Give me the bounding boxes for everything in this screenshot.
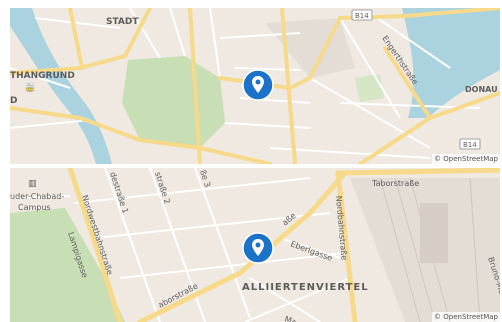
location-pin-top[interactable] xyxy=(242,69,274,101)
label-d: D xyxy=(10,96,17,106)
route-shield-b14-bottom: B14 xyxy=(459,138,481,150)
road-taborstrasse-east xyxy=(337,168,500,176)
label-hangrund: THANGRUND xyxy=(10,71,75,81)
map-panel-top[interactable]: STADT THANGRUND D 🚋 B14 B14 Engerthstraß… xyxy=(10,8,500,164)
label-stadt: STADT xyxy=(106,17,139,27)
route-b14-bottom-label: B14 xyxy=(463,141,477,149)
map-attribution-top[interactable]: © OpenStreetMap xyxy=(432,154,500,164)
route-shield-b14-top: B14 xyxy=(351,9,373,21)
tram-icon: 🚋 xyxy=(25,82,35,92)
campus-icon: ▥ xyxy=(28,179,37,189)
label-campus-1: uder-Chabad- xyxy=(10,192,64,201)
map-panel-bottom[interactable]: ▥ uder-Chabad- Campus Nordwestbahnstraße… xyxy=(10,168,500,322)
map-pin-icon xyxy=(242,232,274,264)
route-b14-top-label: B14 xyxy=(355,12,369,20)
label-campus-2: Campus xyxy=(18,203,51,212)
map-pin-icon xyxy=(242,69,274,101)
label-alliiertenviertel: ALLIIERTENVIERTEL xyxy=(242,282,369,293)
map-attribution-bottom[interactable]: © OpenStreetMap xyxy=(432,312,500,322)
label-donau: DONAU xyxy=(465,85,498,94)
location-pin-bottom[interactable] xyxy=(242,232,274,264)
building-block xyxy=(420,203,448,263)
label-taborstrasse-right: Taborstraße xyxy=(371,179,419,188)
small-park xyxy=(355,74,384,102)
